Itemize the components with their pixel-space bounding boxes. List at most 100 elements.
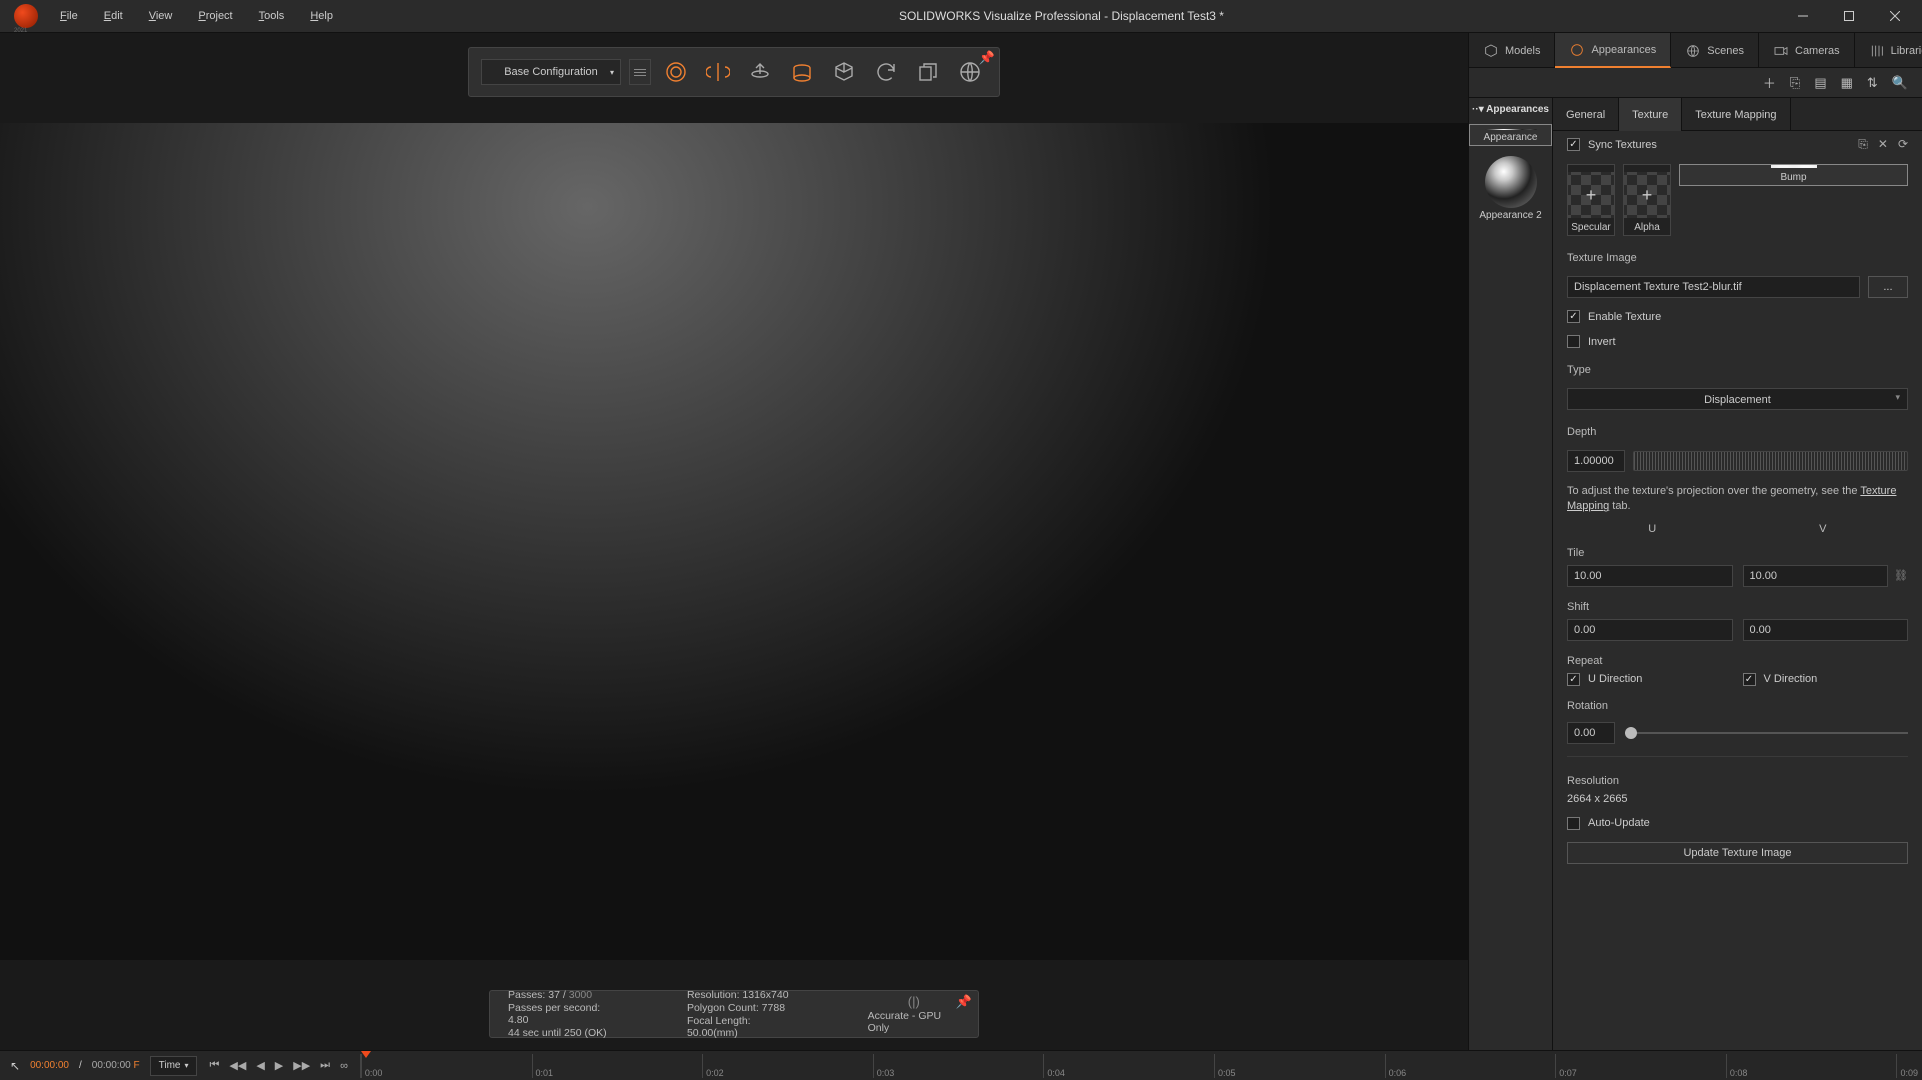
time-current: 00:00:00 xyxy=(30,1060,69,1071)
first-frame-button[interactable]: ⏮ xyxy=(207,1057,221,1074)
timeline-track[interactable]: 0:000:010:020:030:040:050:060:070:080:09 xyxy=(360,1054,1912,1078)
subtab-general[interactable]: General xyxy=(1553,98,1619,131)
minimize-button[interactable] xyxy=(1780,0,1826,32)
auto-update-checkbox[interactable] xyxy=(1567,817,1580,830)
loop-button[interactable]: ∞ xyxy=(338,1058,350,1074)
tab-libraries[interactable]: Libraries xyxy=(1855,33,1922,68)
right-tabs: Models Appearances Scenes Cameras Librar… xyxy=(1469,33,1922,68)
link-icon[interactable]: ⛓ xyxy=(1894,569,1908,582)
checker-icon: + xyxy=(1624,172,1670,218)
prev-frame-button[interactable]: ◀ xyxy=(254,1057,266,1074)
texture-slot-alpha[interactable]: + Alpha xyxy=(1623,164,1671,236)
texture-slot-specular[interactable]: + Specular xyxy=(1567,164,1615,236)
sort-icon[interactable]: ⇅ xyxy=(1867,75,1878,91)
pin-icon[interactable]: 📌 xyxy=(956,994,972,1010)
depth-label: Depth xyxy=(1553,416,1922,444)
add-icon[interactable]: ＋ xyxy=(1763,73,1776,92)
browse-button[interactable]: ... xyxy=(1868,276,1908,298)
sync-textures-checkbox[interactable] xyxy=(1567,138,1580,151)
menu-view[interactable]: View xyxy=(139,6,183,26)
tab-models[interactable]: Models xyxy=(1469,33,1555,68)
app-logo xyxy=(14,4,38,28)
configuration-list-button[interactable] xyxy=(629,59,651,85)
subtabs: General Texture Texture Mapping xyxy=(1553,98,1922,131)
shift-v-field[interactable] xyxy=(1743,619,1909,641)
timeline-tick: 0:06 xyxy=(1385,1054,1407,1078)
window-title: SOLIDWORKS Visualize Professional - Disp… xyxy=(343,9,1780,23)
texture-slot-row: + Specular + Alpha Bump xyxy=(1553,158,1922,242)
decal-button[interactable] xyxy=(743,55,777,89)
render-canvas[interactable] xyxy=(0,123,1468,960)
repeat-u-checkbox[interactable] xyxy=(1567,673,1580,686)
menu-project[interactable]: Project xyxy=(188,6,242,26)
sphere-icon xyxy=(1485,156,1537,208)
texture-image-field[interactable] xyxy=(1567,276,1860,298)
appearance-list-header: ··▾ Appearances xyxy=(1469,104,1552,118)
depth-field[interactable] xyxy=(1567,450,1625,472)
menu-tools[interactable]: Tools xyxy=(249,6,295,26)
export-icon[interactable]: ⎘ xyxy=(1858,137,1868,152)
reload-button[interactable] xyxy=(869,55,903,89)
right-panel: Models Appearances Scenes Cameras Librar… xyxy=(1468,33,1922,1050)
timeline-tick: 0:01 xyxy=(532,1054,554,1078)
appearance-item-1[interactable]: Appearance xyxy=(1469,124,1552,146)
object-button[interactable] xyxy=(827,55,861,89)
invert-checkbox[interactable] xyxy=(1567,335,1580,348)
tab-cameras[interactable]: Cameras xyxy=(1759,33,1855,68)
last-frame-button[interactable]: ⏭ xyxy=(318,1057,332,1074)
stats-passes: Passes: 37 / 3000 xyxy=(508,989,617,1001)
cursor-icon[interactable]: ↖ xyxy=(10,1059,20,1073)
refresh-icon[interactable]: ⟳ xyxy=(1898,137,1908,152)
configuration-select[interactable]: Base Configuration xyxy=(481,59,621,85)
tab-scenes[interactable]: Scenes xyxy=(1671,33,1759,68)
menu-help[interactable]: Help xyxy=(300,6,343,26)
enable-texture-checkbox[interactable] xyxy=(1567,310,1580,323)
viewport[interactable]: 📌 Base Configuration 📌 Passes: 37 / 3000 xyxy=(0,33,1468,1050)
appearance-item-2[interactable]: Appearance 2 xyxy=(1476,152,1546,223)
timeline-tick: 0:04 xyxy=(1043,1054,1065,1078)
close-button[interactable] xyxy=(1872,0,1918,32)
auto-update-label: Auto-Update xyxy=(1588,817,1650,829)
texture-slot-bump[interactable]: Bump xyxy=(1679,164,1908,186)
pin-icon[interactable]: 📌 xyxy=(979,50,995,66)
compare-button[interactable] xyxy=(701,55,735,89)
copy-button[interactable] xyxy=(911,55,945,89)
timeline-tick: 0:07 xyxy=(1555,1054,1577,1078)
sphere-icon xyxy=(1485,129,1537,130)
menu-edit[interactable]: Edit xyxy=(94,6,133,26)
rotation-slider[interactable] xyxy=(1625,732,1908,734)
render-mode-button[interactable] xyxy=(659,55,693,89)
menu-file[interactable]: File xyxy=(50,6,88,26)
app-body: 📌 Base Configuration 📌 Passes: 37 / 3000 xyxy=(0,33,1922,1050)
import-icon[interactable]: ⎘ xyxy=(1790,75,1800,91)
update-texture-button[interactable]: Update Texture Image xyxy=(1567,842,1908,864)
tile-u-field[interactable] xyxy=(1567,565,1733,587)
rotation-label: Rotation xyxy=(1553,690,1922,718)
maximize-button[interactable] xyxy=(1826,0,1872,32)
depth-slider[interactable] xyxy=(1633,451,1908,471)
tile-v-field[interactable] xyxy=(1743,565,1889,587)
play-button[interactable]: ▶ xyxy=(273,1057,285,1074)
stereo-icon[interactable]: (|) xyxy=(908,994,920,1009)
time-mode-select[interactable]: Time xyxy=(150,1056,198,1076)
delete-icon[interactable]: ✕ xyxy=(1878,137,1888,152)
search-icon[interactable]: 🔍 xyxy=(1892,75,1908,91)
shift-u-field[interactable] xyxy=(1567,619,1733,641)
timeline-tick: 0:02 xyxy=(702,1054,724,1078)
subtab-mapping[interactable]: Texture Mapping xyxy=(1682,98,1790,131)
next-frame-button[interactable]: ▶▶ xyxy=(291,1057,312,1074)
right-body: ··▾ Appearances Appearance Appearance 2 … xyxy=(1469,98,1922,1050)
subtab-texture[interactable]: Texture xyxy=(1619,98,1682,131)
rotation-field[interactable] xyxy=(1567,722,1615,744)
thumbs-icon[interactable]: ▦ xyxy=(1841,75,1853,91)
grid-icon[interactable]: ▤ xyxy=(1814,75,1826,91)
sync-textures-label: Sync Textures xyxy=(1588,139,1657,151)
type-select[interactable]: Displacement xyxy=(1567,388,1908,410)
main-menu: File Edit View Project Tools Help xyxy=(50,6,343,26)
tab-appearances[interactable]: Appearances xyxy=(1555,33,1671,68)
timeline-tick: 0:09 xyxy=(1896,1054,1918,1078)
texture-button[interactable] xyxy=(785,55,819,89)
repeat-v-checkbox[interactable] xyxy=(1743,673,1756,686)
prev-keyframe-button[interactable]: ◀◀ xyxy=(227,1057,248,1074)
timeline-tick: 0:05 xyxy=(1214,1054,1236,1078)
